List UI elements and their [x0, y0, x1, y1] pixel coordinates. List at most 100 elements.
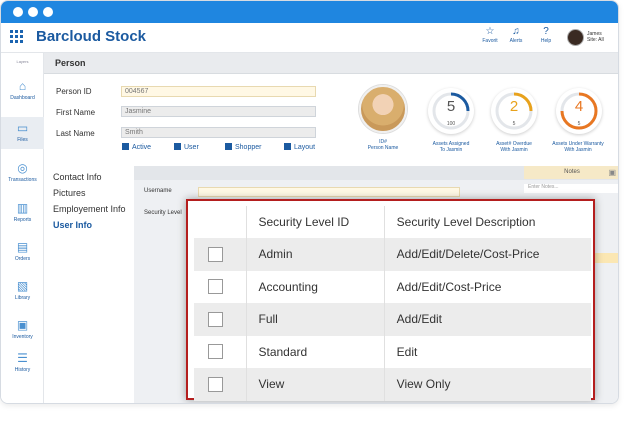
orders-icon: ▤	[16, 240, 29, 254]
bell-icon: ♫	[512, 26, 520, 37]
checkbox-icon	[122, 143, 129, 150]
assets-assigned-stat[interactable]: 5 100	[428, 88, 474, 134]
security-level-description: Edit	[396, 344, 418, 359]
security-level-id: Standard	[246, 335, 385, 368]
stat-sub: 5	[512, 121, 516, 127]
title-bar	[1, 1, 618, 23]
security-level-description: Add/Edit/Delete/Cost-Price	[384, 238, 591, 271]
page-title: Person	[55, 58, 86, 68]
sidebar-item-files[interactable]: ▭ Files	[1, 117, 44, 149]
assets-warranty-stat[interactable]: 4 5	[556, 88, 602, 134]
window-dot-icon	[28, 7, 38, 17]
sidebar: Layers ⌂ Dashboard ▭ Files ◎ Transaction…	[1, 53, 44, 403]
notes-field[interactable]: Enter Notes...	[524, 184, 618, 193]
subnav-employment-info[interactable]: Employement Info	[53, 204, 126, 214]
folder-icon: ▭	[16, 121, 29, 135]
subnav-contact-info[interactable]: Contact Info	[53, 172, 102, 182]
sidebar-item-reports[interactable]: ▥ Reports	[1, 197, 44, 229]
apps-grid-icon[interactable]	[10, 30, 23, 43]
stat-sub: 100	[446, 121, 456, 127]
profile-photo[interactable]	[359, 85, 407, 133]
stat-sub: 5	[577, 121, 581, 127]
stat-label: Assets Under Warranty With Jasmin	[552, 141, 604, 153]
window-dot-icon	[43, 7, 53, 17]
row-checkbox[interactable]	[208, 311, 223, 327]
security-level-table: Security Level ID Security Level Descrip…	[194, 206, 591, 401]
alerts-button[interactable]: ♫ Alerts	[501, 26, 531, 44]
layout-checkbox[interactable]: Layout	[284, 143, 315, 151]
table-row[interactable]: Standard Edit	[194, 335, 591, 368]
security-level-id: Full	[246, 303, 385, 336]
stat-value: 2	[509, 98, 519, 115]
avatar[interactable]	[567, 29, 584, 46]
subnav-user-info[interactable]: User Info	[53, 220, 92, 230]
sidebar-item-orders[interactable]: ▤ Orders	[1, 236, 44, 268]
first-name-field[interactable]: Jasmine	[121, 106, 316, 117]
security-level-description: Add/Edit/Cost-Price	[396, 279, 502, 294]
notes-title: Notes	[564, 169, 580, 175]
assets-overdue-stat[interactable]: 2 5	[491, 88, 537, 134]
last-name-label: Last Name	[56, 129, 95, 138]
sidebar-item-dashboard[interactable]: ⌂ Dashboard	[1, 75, 44, 107]
stat-label: Assets Assigned To Jasmin	[432, 141, 470, 153]
user-site: Site: All	[587, 37, 604, 43]
row-checkbox[interactable]	[208, 376, 223, 392]
app-header: Barcloud Stock ☆ Favorit ♫ Alerts ? Help…	[1, 23, 618, 53]
stat-value: 5	[446, 98, 456, 115]
subnav-pictures[interactable]: Pictures	[53, 188, 86, 198]
transfer-icon: ◎	[17, 161, 28, 175]
question-icon: ?	[543, 26, 549, 37]
notes-header: Notes ▣	[524, 166, 618, 179]
security-level-id: View	[246, 368, 385, 401]
checkbox-icon	[174, 143, 181, 150]
profile-label: ID# Person Name	[367, 139, 399, 151]
stat-label: Asset# Overdue With Jasmin	[496, 141, 532, 153]
security-level-description: Add/Edit	[384, 303, 591, 336]
select-column-header	[194, 206, 247, 238]
sidebar-item-inventory[interactable]: ▣ Inventory	[1, 314, 44, 346]
notes-highlight	[591, 253, 618, 263]
row-checkbox[interactable]	[208, 246, 223, 262]
shopper-checkbox[interactable]: Shopper	[225, 143, 261, 151]
person-id-label: Person ID	[56, 87, 92, 96]
inventory-icon: ▣	[16, 318, 29, 332]
checkbox-icon	[284, 143, 291, 150]
user-checkbox[interactable]: User	[174, 143, 199, 151]
active-checkbox[interactable]: Active	[122, 143, 151, 151]
username-field[interactable]	[198, 187, 460, 197]
column-header-id: Security Level ID	[246, 206, 385, 238]
sidebar-top-label: Layers	[16, 59, 29, 64]
first-name-label: First Name	[56, 108, 96, 117]
report-icon: ▥	[16, 201, 29, 215]
person-id-field[interactable]: 004567	[121, 86, 316, 97]
table-row[interactable]: Full Add/Edit	[194, 303, 591, 336]
section-nav: Contact Info Pictures Employement Info U…	[44, 166, 134, 403]
table-row[interactable]: Accounting Add/Edit/Cost-Price	[194, 270, 591, 303]
security-level-id: Accounting	[246, 270, 385, 303]
page-title-bar: Person	[44, 53, 618, 74]
security-level-label: Security Level	[144, 210, 182, 216]
save-icon[interactable]: ▣	[608, 166, 616, 179]
user-menu[interactable]: James Site: All	[587, 31, 604, 43]
window-dot-icon	[13, 7, 23, 17]
history-icon: ☰	[17, 351, 28, 365]
table-row[interactable]: View View Only	[194, 368, 591, 401]
sidebar-item-transactions[interactable]: ◎ Transactions	[1, 157, 44, 189]
row-checkbox[interactable]	[208, 344, 223, 360]
column-header-description: Security Level Description	[396, 215, 536, 229]
checkbox-icon	[225, 143, 232, 150]
help-button[interactable]: ? Help	[531, 26, 561, 44]
sidebar-item-history[interactable]: ☰ History	[1, 347, 44, 379]
app-window: Barcloud Stock ☆ Favorit ♫ Alerts ? Help…	[0, 0, 619, 404]
username-label: Username	[144, 188, 172, 194]
security-level-description: View Only	[384, 368, 591, 401]
stat-value: 4	[574, 98, 584, 115]
home-icon: ⌂	[18, 79, 27, 93]
library-icon: ▧	[16, 279, 29, 293]
app-title: Barcloud Stock	[36, 28, 147, 45]
row-checkbox[interactable]	[208, 279, 223, 295]
sidebar-item-library[interactable]: ▧ Library	[1, 275, 44, 307]
table-row[interactable]: Admin Add/Edit/Delete/Cost-Price	[194, 238, 591, 271]
last-name-field[interactable]: Smith	[121, 127, 316, 138]
security-level-id: Admin	[246, 238, 385, 271]
